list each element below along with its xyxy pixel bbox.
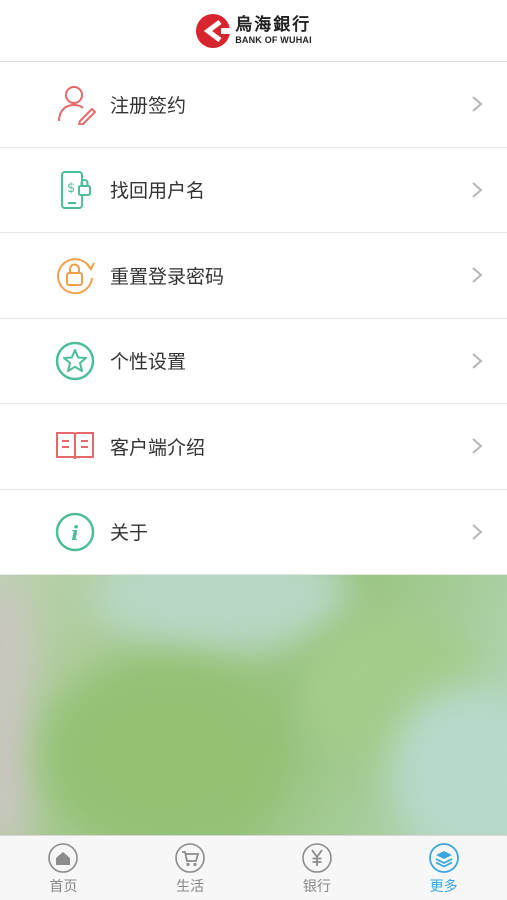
menu-item-label: 找回用户名: [110, 180, 206, 203]
layers-icon: [428, 843, 459, 873]
menu-item-label: 个性设置: [110, 351, 187, 374]
menu-item-label: 注册签约: [110, 94, 187, 117]
menu-item-label: 关于: [110, 522, 149, 545]
more-menu-list: 注册签约 $ 找回用户名 重置登录密码 个性设置 客户端介绍 i 关于: [0, 62, 507, 575]
tab-bank[interactable]: 银行: [254, 836, 381, 900]
chevron-right-icon: [472, 352, 483, 369]
menu-item-register[interactable]: 注册签约: [0, 62, 507, 148]
yuan-icon: [302, 843, 332, 873]
menu-item-label: 客户端介绍: [110, 436, 206, 459]
tab-label: 更多: [429, 879, 458, 895]
tab-more[interactable]: 更多: [380, 836, 507, 900]
menu-item-personal-settings[interactable]: 个性设置: [0, 318, 507, 404]
chevron-right-icon: [472, 96, 483, 113]
app-header: 烏海銀行 BANK OF WUHAI: [0, 0, 507, 62]
book-icon: [56, 432, 94, 460]
menu-item-reset-password[interactable]: 重置登录密码: [0, 233, 507, 319]
bank-logo-icon: [196, 13, 232, 48]
reset-password-icon: [57, 258, 95, 295]
logo-chinese-name: 烏海銀行: [235, 14, 312, 35]
blurred-background-banner: [0, 575, 507, 835]
info-icon: i: [55, 512, 95, 551]
tab-life[interactable]: 生活: [127, 836, 254, 900]
menu-item-label: 重置登录密码: [110, 265, 225, 288]
tab-label: 银行: [302, 879, 331, 895]
svg-text:$: $: [67, 181, 75, 196]
cart-icon: [175, 843, 205, 873]
svg-text:i: i: [71, 521, 79, 545]
menu-item-client-intro[interactable]: 客户端介绍: [0, 404, 507, 490]
tab-home[interactable]: 首页: [0, 836, 127, 900]
chevron-right-icon: [472, 438, 483, 455]
chevron-right-icon: [472, 523, 483, 540]
logo-english-name: BANK OF WUHAI: [235, 34, 312, 45]
menu-item-retrieve-username[interactable]: $ 找回用户名: [0, 147, 507, 233]
home-icon: [48, 843, 79, 873]
menu-item-about[interactable]: i 关于: [0, 489, 507, 575]
chevron-right-icon: [472, 181, 483, 198]
tab-label: 首页: [49, 879, 78, 895]
bank-logo: 烏海銀行 BANK OF WUHAI: [195, 13, 312, 49]
register-user-icon: [58, 86, 96, 126]
chevron-right-icon: [472, 267, 483, 284]
bottom-tab-bar: 首页 生活 银行 更多: [0, 835, 507, 900]
tab-label: 生活: [176, 879, 205, 895]
star-icon: [55, 341, 95, 380]
phone-lock-icon: $: [61, 170, 91, 209]
